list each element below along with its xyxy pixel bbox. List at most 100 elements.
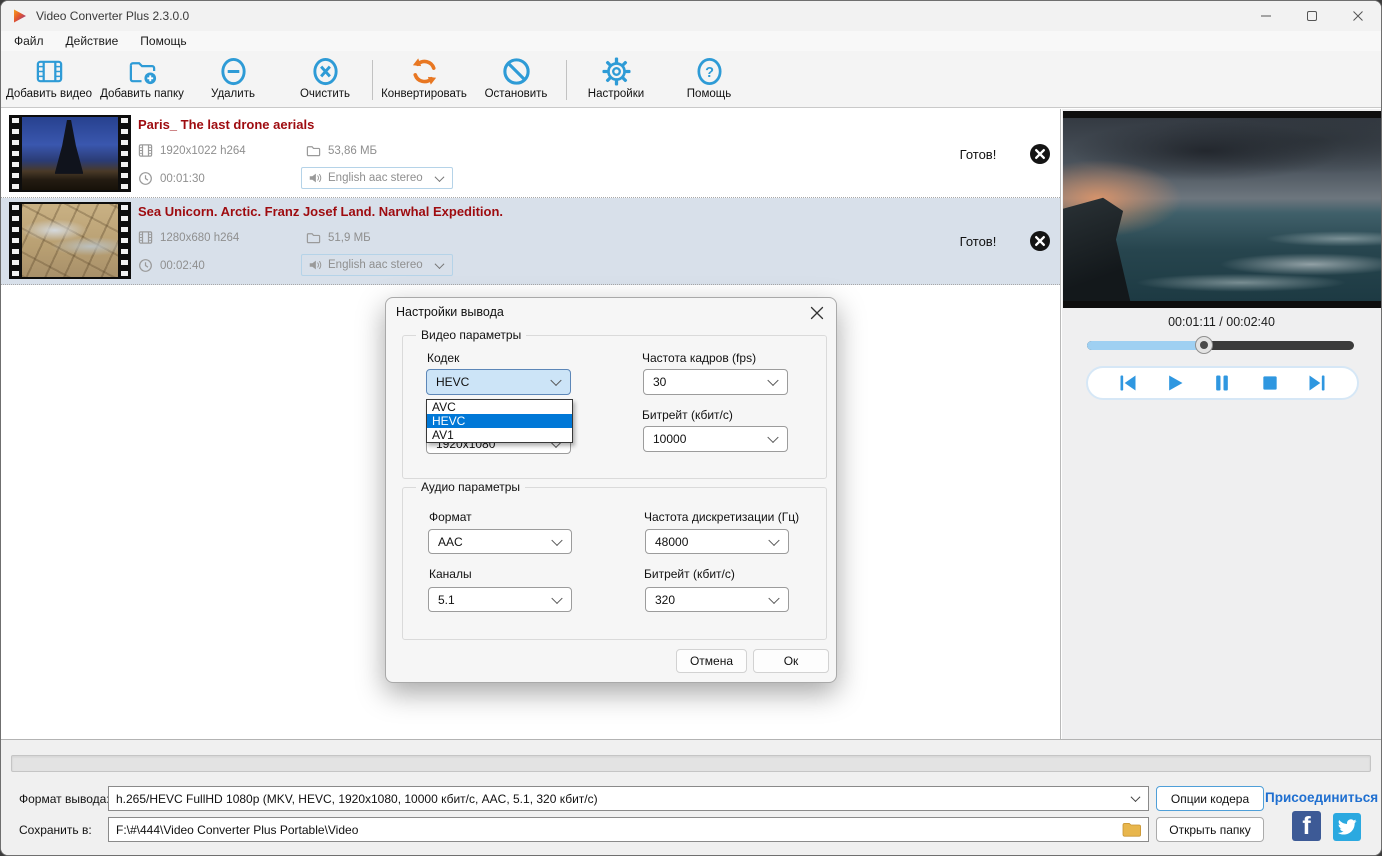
open-folder-button[interactable]: Открыть папку: [1156, 817, 1264, 842]
dialog-title: Настройки вывода: [396, 305, 504, 319]
play-icon: [1169, 375, 1183, 391]
audio-format-select[interactable]: AAC: [428, 529, 572, 554]
browse-folder-icon[interactable]: [1122, 822, 1141, 837]
samplerate-value: 48000: [655, 534, 689, 549]
seek-bar[interactable]: [1087, 336, 1354, 354]
join-link[interactable]: Присоединиться: [1265, 790, 1378, 805]
svg-text:?: ?: [705, 65, 714, 81]
size-text: 53,86 МБ: [328, 144, 378, 157]
help-icon: ?: [696, 58, 722, 85]
codec-option-avc[interactable]: AVC: [427, 400, 572, 414]
audio-track-select[interactable]: English aac stereo: [301, 254, 453, 276]
filmstrip-holes: [121, 115, 128, 192]
help-button[interactable]: ? Помощь: [663, 54, 755, 104]
save-to-label: Сохранить в:: [19, 823, 92, 837]
thumbnail-image: [22, 117, 118, 190]
duration-text: 00:01:30: [160, 172, 205, 185]
ok-button[interactable]: Ок: [753, 649, 829, 673]
save-path-value: F:\#\444\Video Converter Plus Portable\V…: [116, 822, 359, 837]
menu-action[interactable]: Действие: [55, 31, 130, 51]
dialog-close-button[interactable]: [808, 304, 826, 322]
title-bar: Video Converter Plus 2.3.0.0: [1, 1, 1381, 31]
twitter-icon[interactable]: [1333, 813, 1361, 841]
video-thumbnail[interactable]: [9, 202, 131, 279]
remove-item-button[interactable]: [1029, 230, 1051, 252]
fps-label: Частота кадров (fps): [642, 351, 757, 365]
window-title: Video Converter Plus 2.3.0.0: [36, 9, 190, 23]
video-list-item-1[interactable]: Paris_ The last drone aerials 1920x1022 …: [1, 111, 1060, 198]
clear-icon: [312, 57, 338, 86]
channels-select[interactable]: 5.1: [428, 587, 572, 612]
fps-select[interactable]: 30: [643, 369, 788, 395]
add-folder-button[interactable]: Добавить папку: [96, 54, 188, 104]
stop-icon: [1263, 376, 1277, 390]
audio-bitrate-select[interactable]: 320: [645, 587, 789, 612]
filmstrip-holes: [12, 115, 19, 192]
video-resolution: 1280x680 h264: [138, 230, 239, 245]
stop-button[interactable]: Остановить: [470, 54, 562, 104]
filmstrip-holes: [121, 202, 128, 279]
resolution-text: 1920x1022 h264: [160, 144, 246, 157]
toolbar-label: Очистить: [299, 88, 351, 100]
group-label: Аудио параметры: [416, 480, 526, 494]
facebook-icon[interactable]: f: [1292, 811, 1321, 841]
video-preview[interactable]: [1063, 111, 1381, 308]
play-button[interactable]: [1163, 372, 1187, 394]
previous-icon: [1120, 375, 1136, 391]
samplerate-select[interactable]: 48000: [645, 529, 789, 554]
toolbar-divider: [372, 60, 373, 100]
close-icon: [1030, 231, 1050, 251]
seek-bar-progress: [1087, 341, 1205, 350]
chevron-down-icon: [434, 171, 445, 182]
pause-button[interactable]: [1210, 372, 1234, 394]
cliff-shape: [1063, 197, 1131, 301]
audio-track-value: English aac stereo: [328, 259, 423, 271]
menu-file[interactable]: Файл: [3, 31, 55, 51]
encoder-options-label: Опции кодера: [1170, 791, 1250, 806]
clear-button[interactable]: Очистить: [279, 54, 371, 104]
stop-playback-button[interactable]: [1258, 372, 1282, 394]
audio-track-select[interactable]: English aac stereo: [301, 167, 453, 189]
toolbar-divider: [566, 60, 567, 100]
close-icon: [810, 306, 824, 320]
maximize-button[interactable]: [1289, 1, 1335, 31]
twitter-bird-icon: [1337, 819, 1357, 835]
encoder-options-button[interactable]: Опции кодера: [1156, 786, 1264, 811]
audio-format-value: AAC: [438, 534, 463, 549]
seek-bar-thumb[interactable]: [1195, 336, 1214, 354]
video-resolution: 1920x1022 h264: [138, 143, 246, 158]
output-format-select[interactable]: h.265/HEVC FullHD 1080p (MKV, HEVC, 1920…: [108, 786, 1149, 811]
video-bitrate-label: Битрейт (кбит/с): [642, 408, 733, 422]
minimize-button[interactable]: [1243, 1, 1289, 31]
player-controls: [1086, 366, 1359, 400]
menu-help[interactable]: Помощь: [129, 31, 197, 51]
previous-button[interactable]: [1116, 372, 1140, 394]
remove-item-button[interactable]: [1029, 143, 1051, 165]
folder-icon: [306, 146, 321, 157]
fps-value: 30: [653, 375, 667, 389]
convert-button[interactable]: Конвертировать: [378, 54, 470, 104]
codec-value: HEVC: [436, 375, 470, 389]
video-duration: 00:01:30: [138, 171, 205, 186]
settings-button[interactable]: Настройки: [570, 54, 662, 104]
save-path-input[interactable]: F:\#\444\Video Converter Plus Portable\V…: [108, 817, 1149, 842]
add-video-icon: [36, 60, 62, 83]
delete-button[interactable]: Удалить: [187, 54, 279, 104]
video-bitrate-select[interactable]: 10000: [643, 426, 788, 452]
codec-option-hevc[interactable]: HEVC: [427, 414, 572, 428]
add-video-button[interactable]: Добавить видео: [3, 54, 95, 104]
video-list-item-2[interactable]: Sea Unicorn. Arctic. Franz Josef Land. N…: [1, 198, 1060, 285]
bottom-panel: Формат вывода: h.265/HEVC FullHD 1080p (…: [1, 739, 1381, 855]
size-text: 51,9 МБ: [328, 231, 371, 244]
channels-label: Каналы: [429, 567, 472, 581]
codec-select[interactable]: HEVC: [426, 369, 571, 395]
close-button[interactable]: [1335, 1, 1381, 31]
toolbar-label: Настройки: [587, 88, 645, 100]
codec-option-av1[interactable]: AV1: [427, 428, 572, 442]
video-thumbnail[interactable]: [9, 115, 131, 192]
cancel-button[interactable]: Отмена: [676, 649, 747, 673]
video-title: Sea Unicorn. Arctic. Franz Josef Land. N…: [138, 204, 504, 219]
toolbar-label: Добавить видео: [5, 88, 93, 100]
clock-icon: [139, 259, 152, 272]
next-button[interactable]: [1305, 372, 1329, 394]
